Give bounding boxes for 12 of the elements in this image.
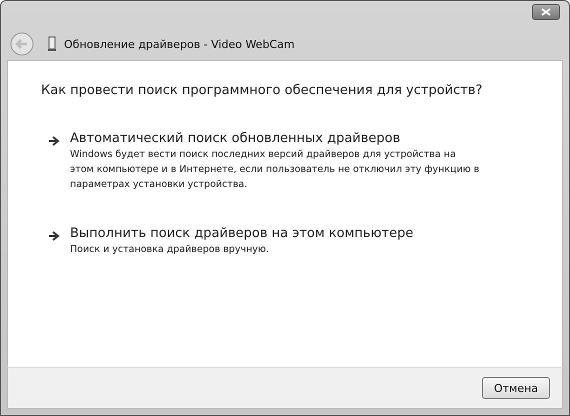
heading: Как провести поиск программного обеспечения для устройств? [41,83,484,98]
option-description: Поиск и установка драйверов вручную. [70,243,270,257]
close-button[interactable] [532,4,560,20]
option-link[interactable]: Автоматический поиск обновленных драйверов [70,131,480,146]
webcam-icon [48,36,56,52]
option-link[interactable]: Выполнить поиск драйверов на этом компьютере [70,226,480,241]
close-icon [541,8,551,16]
cancel-button[interactable]: Отмена [482,377,550,399]
option-description: Windows будет вести поиск последних версий драйверов для устройства на этом компьютере и в Интернете, если пользователь не отключил эту функцию в параметрах установки устройства. [70,148,480,192]
arrow-icon [49,231,60,241]
window-title: Обновление драйверов - Video WebCam [64,38,295,50]
arrow-icon [49,136,60,146]
